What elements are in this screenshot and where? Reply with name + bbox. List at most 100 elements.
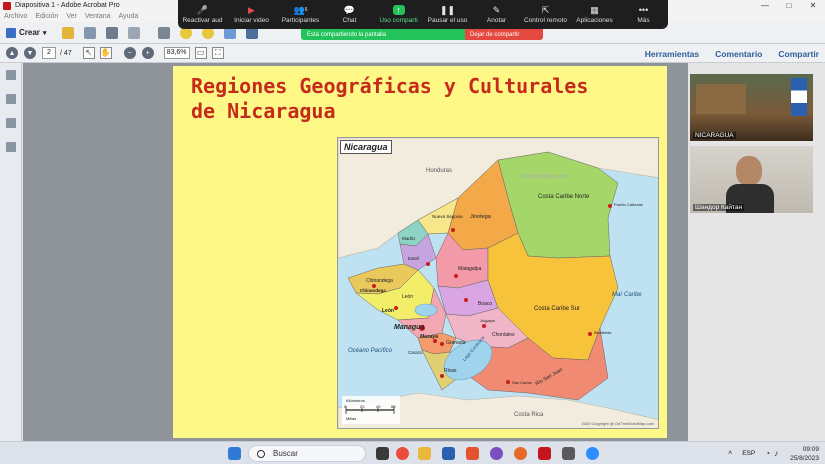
label-jinotega: Jinotega [470,214,491,220]
full-screen-icon[interactable]: ⛶ [211,47,224,59]
menu-archivo[interactable]: Archivo [4,13,27,20]
video-off-icon: ▶ [248,4,255,15]
video-tile-participant[interactable]: Шандор Кайтан [690,146,813,213]
label-carazo: Carazo [408,350,423,355]
start-video-button[interactable]: ▶ Iniciar video [227,0,276,29]
city-puerto-cabezas: Puerto Cabezas [614,202,643,207]
participants-icon: 👥 6 [293,4,308,15]
page-down-icon[interactable]: ▼ [24,47,36,59]
print-icon[interactable] [106,26,119,39]
firefox-icon[interactable] [514,447,527,460]
comentario-link[interactable]: Comentario [715,49,762,59]
map-copyright: 2020 Copyright @ OnTheWorldMap.com [581,421,654,426]
save-icon[interactable] [84,26,97,39]
open-folder-icon[interactable] [62,26,75,39]
select-tool-icon[interactable]: ↖ [82,47,95,59]
city-san-carlos: San Carlos [512,380,532,385]
scale-unit-km: Kilómetros [346,398,365,403]
terminal-icon[interactable] [562,447,575,460]
remote-control-button[interactable]: ⇱ Control remoto [521,0,570,29]
menu-ayuda[interactable]: Ayuda [119,13,139,20]
oceano-pacifico-label: Océano Pacífico [348,348,393,354]
crear-button[interactable]: Crear ▾ [6,27,46,38]
pause-share-label: Pausar el uso [427,17,468,24]
chat-button[interactable]: 💬 Chat [325,0,374,29]
video-tile-nicaragua[interactable]: NICARAGUA [690,74,813,141]
remote-control-label: Control remoto [524,17,567,24]
costa-rica-label: Costa Rica [514,412,544,418]
windows-start-icon[interactable] [228,447,241,460]
taskbar-search[interactable]: Buscar [248,445,366,462]
system-tray: ˄ ESP ◔ ♪ 09:09 25/8/2023 [728,442,819,464]
wifi-icon[interactable]: ◔ [765,449,770,458]
zoom-in-icon[interactable]: + [141,47,154,59]
unmute-audio-button[interactable]: 🎤 Reactivar aud [178,0,227,29]
herramientas-link[interactable]: Herramientas [645,49,699,59]
acrobat-logo-icon [3,1,11,10]
participant-name: NICARAGUA [693,132,736,139]
stop-sharing-button[interactable]: Dejar de compartir [465,29,543,40]
left-navigation-rail [0,63,22,441]
apps-button[interactable]: ▦ Aplicaciones [570,0,619,29]
label-leon: León [402,294,414,300]
file-explorer-icon[interactable] [418,447,431,460]
page-number-input[interactable]: 2 [42,47,56,59]
chevron-up-icon[interactable]: ˄ [728,450,732,457]
map-title-label: Nicaragua [340,140,392,154]
document-view[interactable]: Regiones Geográficas y Culturales de Nic… [23,63,688,441]
brave-icon[interactable] [466,447,479,460]
page-total: / 47 [60,49,72,57]
page-thumbnails-icon[interactable] [6,70,16,80]
hand-tool-icon[interactable]: ✋ [99,47,112,59]
sharing-status-bar: Está compartiendo la pantalla Dejar de c… [301,29,543,40]
honduras-label: Honduras [426,168,453,174]
window-title: Diapositiva 1 - Adobe Acrobat Pro [15,2,120,9]
annotate-button[interactable]: ✎ Anotar [472,0,521,29]
page-up-icon[interactable]: ▲ [6,47,18,59]
slide-title-line-1: Regiones Geográficas y Culturales [191,74,589,98]
app-icon[interactable] [490,447,503,460]
compartir-link[interactable]: Compartir [778,49,819,59]
email-icon[interactable] [128,26,141,39]
attachment-icon[interactable] [6,118,16,128]
sharing-notice[interactable]: Está compartiendo la pantalla [301,29,465,40]
mar-caribe-label: Mar Caribe [612,292,642,298]
label-chinandega: Chinandega [366,278,393,284]
signature-icon[interactable] [6,142,16,152]
pause-share-button[interactable]: ❚❚ Pausar el uso [423,0,472,29]
chrome-icon[interactable] [396,447,409,460]
menu-edicion[interactable]: Edición [35,13,58,20]
participants-button[interactable]: 👥 6 Participantes [276,0,325,29]
label-managua: Managua [394,324,425,331]
language-indicator[interactable]: ESP [742,450,755,457]
label-nueva-segovia: Nueva Segovia [432,214,463,219]
zoom-level-select[interactable]: 83,6% [163,47,190,59]
acrobat-icon[interactable] [538,447,551,460]
bookmark-icon[interactable] [6,94,16,104]
label-matagalpa: Matagalpa [458,266,482,272]
word-icon[interactable] [442,447,455,460]
room-background [696,84,746,114]
fit-page-icon[interactable]: ▭ [194,47,207,59]
share-screen-icon: ↑ [392,5,405,15]
zoom-app-icon[interactable] [586,447,599,460]
minimize-button[interactable]: — [753,0,777,11]
label-rivas: Rivas [444,368,457,374]
close-button[interactable]: ✕ [801,0,825,11]
zoom-out-icon[interactable]: − [123,47,136,59]
volume-icon[interactable]: ♪ [774,449,778,458]
participant-video-panel: NICARAGUA Шандор Кайтан [688,63,825,441]
menu-ventana[interactable]: Ventana [85,13,111,20]
task-view-icon[interactable] [376,447,389,460]
settings-icon[interactable] [158,26,171,39]
clock[interactable]: 09:09 25/8/2023 [790,445,819,463]
scale-40: 40 [376,404,381,409]
city-chinandega: Chinandega [360,288,386,293]
annotate-label: Anotar [486,17,507,24]
more-button[interactable]: ••• Más [619,0,668,29]
more-label: Más [637,17,650,24]
menu-ver[interactable]: Ver [66,13,77,20]
maximize-button[interactable]: □ [777,0,801,11]
share-screen-button[interactable]: ↑ Uso comparti [374,0,423,29]
lago-managua [414,303,438,317]
